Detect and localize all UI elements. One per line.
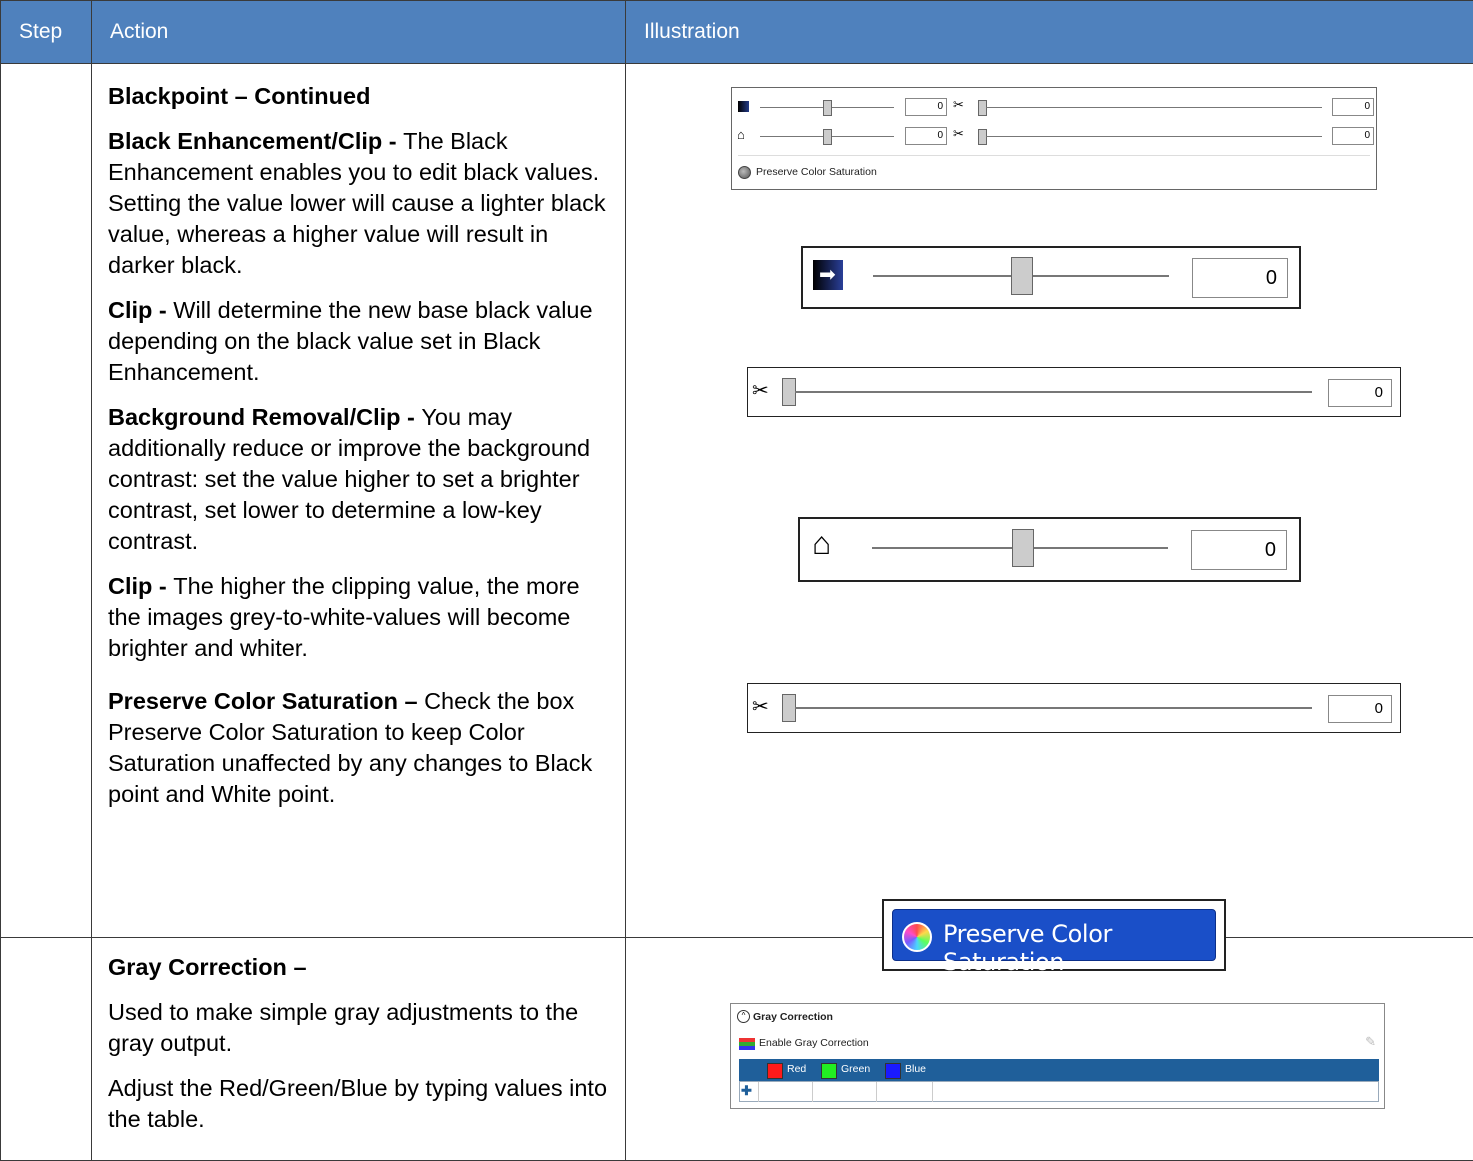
divider <box>738 155 1370 156</box>
black-clip-track[interactable] <box>986 107 1322 108</box>
green-swatch <box>821 1063 837 1079</box>
gray-correction-title: Gray Correction <box>753 1011 833 1023</box>
background-clip-input[interactable]: 0 <box>1332 127 1374 145</box>
header-illustration: Illustration <box>626 1 1473 64</box>
blue-swatch <box>885 1063 901 1079</box>
scissors-icon: ✂ <box>752 378 769 403</box>
document-page: Step Action Illustration Blackpoint – Co… <box>0 0 1473 1159</box>
red-swatch <box>767 1063 783 1079</box>
steps-table: Step Action Illustration Blackpoint – Co… <box>0 0 1473 1161</box>
para-background-removal: Background Removal/Clip - You may additi… <box>108 402 609 557</box>
para-preserve-color: Preserve Color Saturation – Check the bo… <box>108 686 609 810</box>
blackpoint-panel-screenshot: 0 ✂ 0 ⌂ 0 ✂ 0 Preserve Color Saturation <box>731 87 1377 190</box>
background-clip-thumb[interactable] <box>978 129 987 145</box>
preserve-color-label: Preserve Color Saturation <box>756 166 877 178</box>
black-enhancement-zoom: ➡ 0 <box>801 246 1301 309</box>
gray-correction-panel-screenshot: ^ Gray Correction Enable Gray Correction… <box>730 1003 1385 1109</box>
black-enhancement-thumb[interactable] <box>1011 257 1033 295</box>
action-cell-2: Gray Correction – Used to make simple gr… <box>92 938 626 1161</box>
background-clip-track[interactable] <box>986 136 1322 137</box>
section-heading-gray-correction: Gray Correction – <box>108 954 307 980</box>
background-removal-input[interactable]: 0 <box>1191 530 1287 570</box>
enable-gray-correction-label[interactable]: Enable Gray Correction <box>759 1037 869 1049</box>
column-red: Red <box>787 1063 806 1075</box>
background-removal-zoom: ⌂ 0 <box>798 517 1301 582</box>
para-rgb-adjust: Adjust the Red/Green/Blue by typing valu… <box>108 1073 609 1135</box>
black-enhancement-icon: ➡ <box>813 260 843 290</box>
background-clip-track[interactable] <box>795 707 1312 709</box>
black-clip-track[interactable] <box>795 391 1312 393</box>
black-clip-thumb[interactable] <box>978 100 987 116</box>
home-icon: ⌂ <box>812 525 831 562</box>
scissors-icon: ✂ <box>953 126 964 142</box>
pencil-icon[interactable]: ✎ <box>1365 1034 1376 1050</box>
black-enhancement-input[interactable]: 0 <box>905 98 947 116</box>
black-clip-input[interactable]: 0 <box>1332 98 1374 116</box>
black-clip-thumb[interactable] <box>782 378 796 406</box>
black-clip-input[interactable]: 0 <box>1328 379 1392 407</box>
black-clip-zoom: ✂ 0 <box>747 367 1401 417</box>
black-enhancement-input[interactable]: 0 <box>1192 258 1288 298</box>
scissors-icon: ✂ <box>953 97 964 113</box>
step-cell-1 <box>1 64 92 938</box>
gray-correction-data-row[interactable]: ✚ <box>739 1081 1379 1102</box>
preserve-color-radio-icon[interactable] <box>738 166 751 179</box>
background-clip-zoom: ✂ 0 <box>747 683 1401 733</box>
scissors-icon: ✂ <box>752 694 769 719</box>
gray-correction-header-row: Red Green Blue <box>739 1059 1379 1081</box>
step-cell-2 <box>1 938 92 1161</box>
para-gray-adjust: Used to make simple gray adjustments to … <box>108 997 609 1059</box>
background-removal-thumb[interactable] <box>1012 529 1034 567</box>
collapse-icon[interactable]: ^ <box>737 1010 750 1023</box>
header-step: Step <box>1 1 92 64</box>
column-green: Green <box>841 1063 870 1075</box>
background-removal-thumb[interactable] <box>823 129 832 145</box>
background-removal-input[interactable]: 0 <box>905 127 947 145</box>
home-icon: ⌂ <box>737 127 745 142</box>
background-clip-input[interactable]: 0 <box>1328 695 1392 723</box>
background-clip-thumb[interactable] <box>782 694 796 722</box>
para-black-enhancement: Black Enhancement/Clip - The Black Enhan… <box>108 126 609 281</box>
section-heading-blackpoint: Blackpoint – Continued <box>108 83 370 109</box>
action-cell-1: Blackpoint – Continued Black Enhancement… <box>92 64 626 938</box>
black-enhancement-icon <box>738 101 749 112</box>
para-clip-2: Clip - The higher the clipping value, th… <box>108 571 609 664</box>
para-clip-1: Clip - Will determine the new base black… <box>108 295 609 388</box>
illustration-cell-2: ^ Gray Correction Enable Gray Correction… <box>626 938 1473 1161</box>
add-row-icon[interactable]: ✚ <box>741 1083 752 1099</box>
column-blue: Blue <box>905 1063 926 1075</box>
illustration-cell-1: 0 ✂ 0 ⌂ 0 ✂ 0 Preserve Color Saturation <box>626 64 1473 938</box>
black-enhancement-thumb[interactable] <box>823 100 832 116</box>
gray-correction-icon <box>739 1038 755 1050</box>
header-action: Action <box>92 1 626 64</box>
